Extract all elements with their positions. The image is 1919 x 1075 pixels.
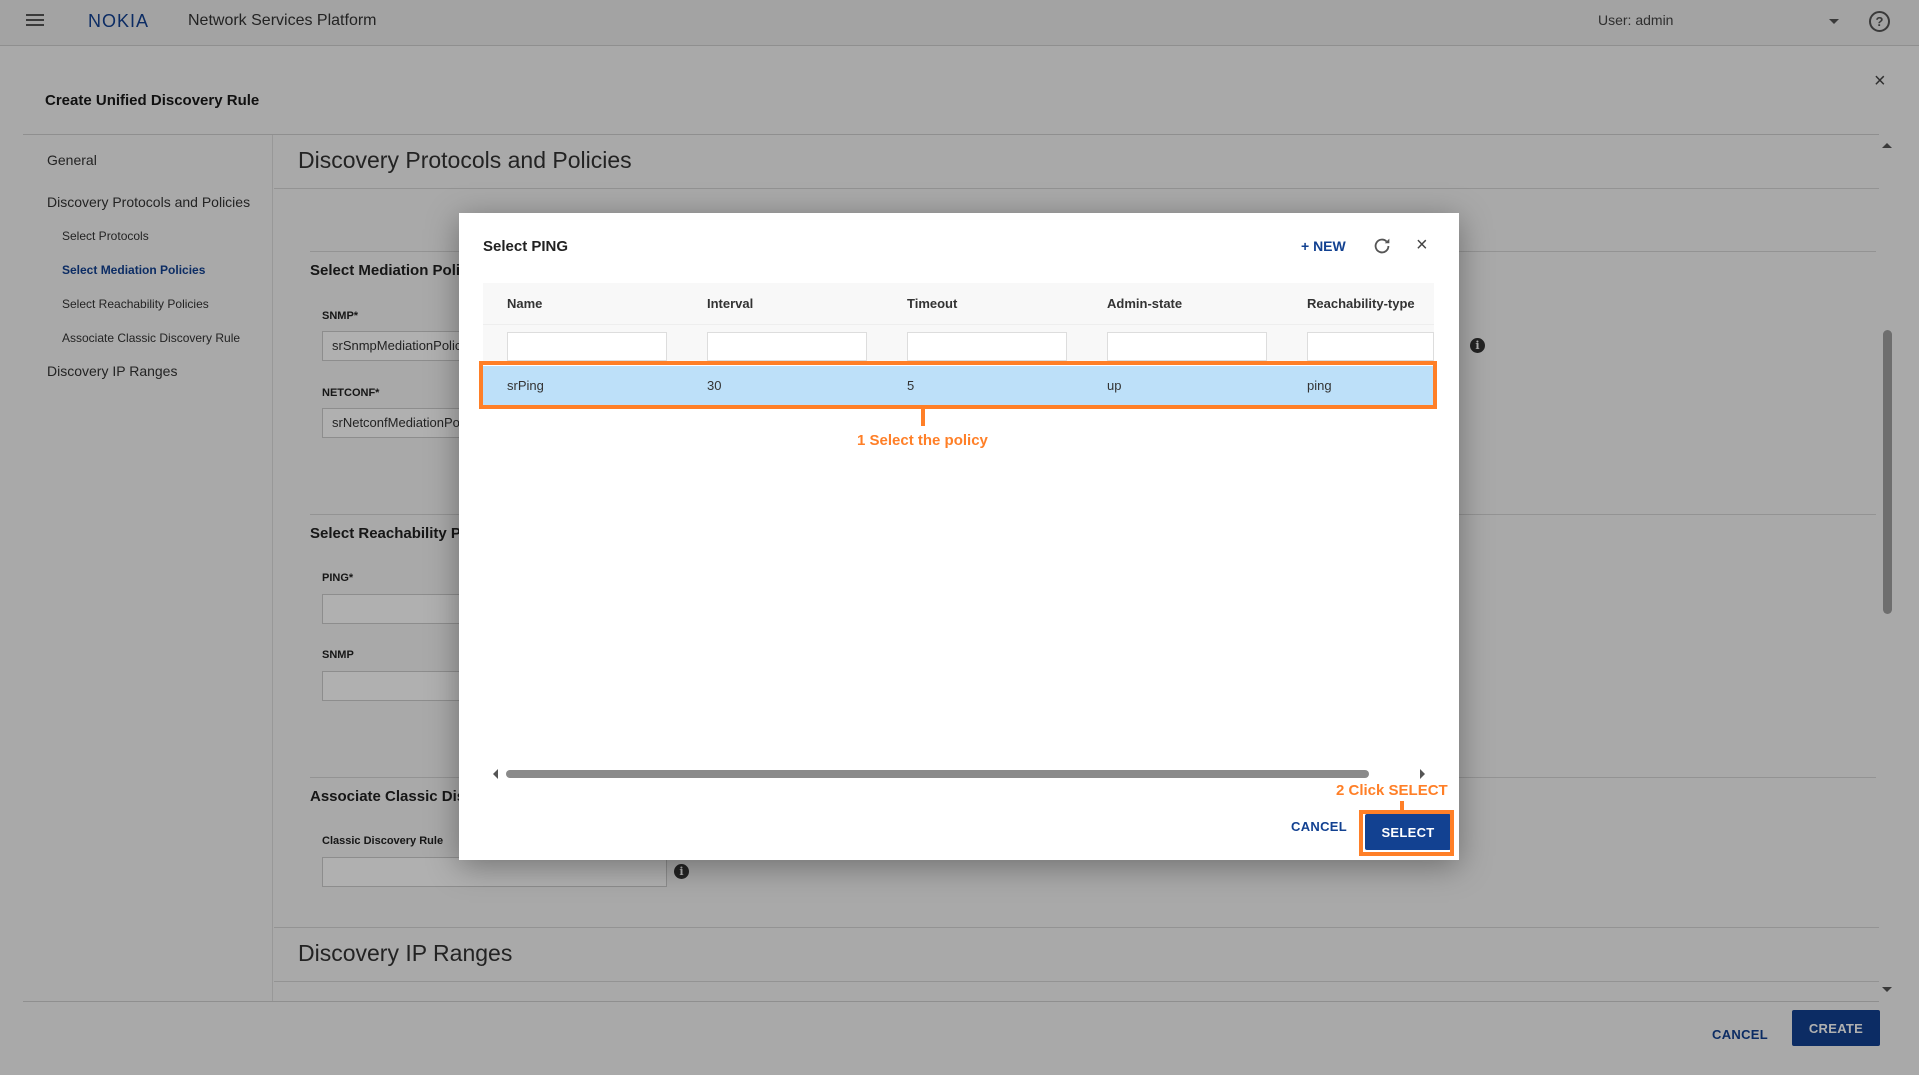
column-header-admin-state[interactable]: Admin-state xyxy=(1107,296,1182,311)
cell-reachability-type: ping xyxy=(1307,378,1332,393)
column-header-timeout[interactable]: Timeout xyxy=(907,296,957,311)
dialog-cancel-button[interactable]: CANCEL xyxy=(1279,808,1359,844)
column-header-interval[interactable]: Interval xyxy=(707,296,753,311)
annotation-step-1: 1 Select the policy xyxy=(857,432,988,449)
cell-interval: 30 xyxy=(707,378,722,393)
new-button[interactable]: + NEW xyxy=(1301,238,1346,254)
column-header-reachability-type[interactable]: Reachability-type xyxy=(1307,296,1415,311)
horizontal-scrollbar[interactable] xyxy=(506,770,1369,778)
scroll-left-icon[interactable] xyxy=(493,769,498,779)
annotation-step-2: 2 Click SELECT xyxy=(1336,782,1448,799)
filter-reachability-type-input[interactable] xyxy=(1307,332,1434,361)
cell-timeout: 5 xyxy=(907,378,915,393)
table-row[interactable]: srPing 30 5 up ping xyxy=(483,366,1434,406)
cell-name: srPing xyxy=(507,378,544,393)
refresh-icon[interactable] xyxy=(1371,235,1393,257)
dialog-title: Select PING xyxy=(483,238,569,255)
filter-interval-input[interactable] xyxy=(707,332,867,361)
table-header: Name Interval Timeout Admin-state Reacha… xyxy=(483,283,1434,325)
annotation-connector xyxy=(921,409,925,426)
annotation-connector xyxy=(1400,801,1404,810)
column-header-name[interactable]: Name xyxy=(507,296,542,311)
filter-row xyxy=(483,325,1434,365)
filter-timeout-input[interactable] xyxy=(907,332,1067,361)
cell-admin-state: up xyxy=(1107,378,1122,393)
filter-name-input[interactable] xyxy=(507,332,667,361)
select-ping-dialog: Select PING + NEW × Name Interval Timeou… xyxy=(459,213,1459,860)
close-icon[interactable]: × xyxy=(1416,234,1428,257)
filter-admin-state-input[interactable] xyxy=(1107,332,1267,361)
select-button[interactable]: SELECT xyxy=(1365,814,1451,850)
scroll-right-icon[interactable] xyxy=(1420,769,1425,779)
